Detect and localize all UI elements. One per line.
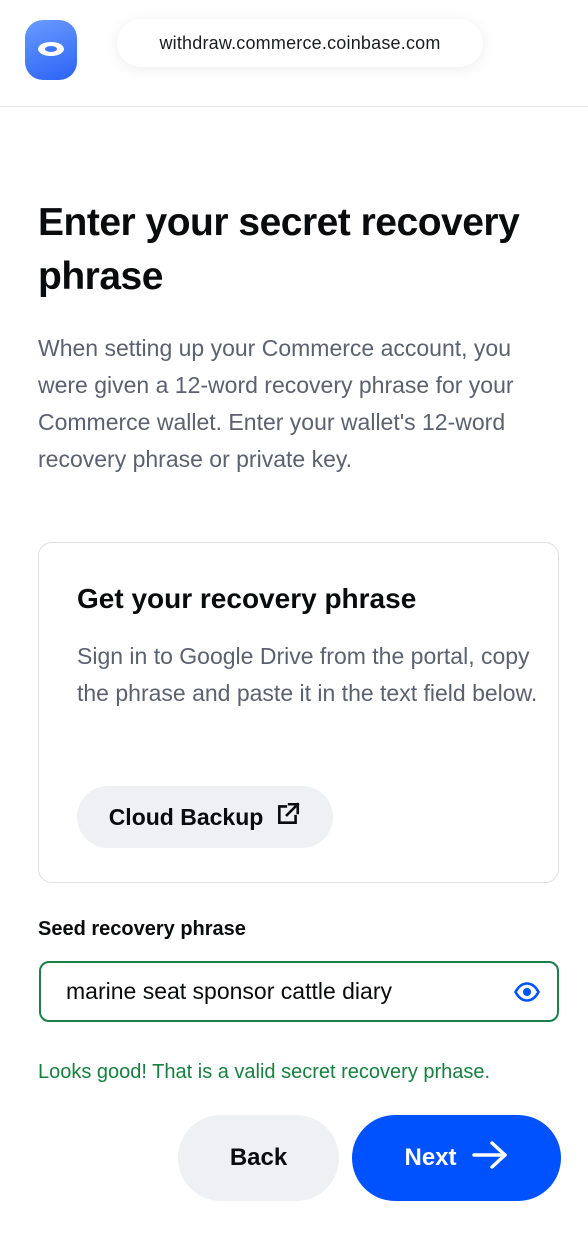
next-label: Next [404, 1144, 457, 1171]
back-button[interactable]: Back [178, 1115, 339, 1201]
browser-address-bar: withdraw.commerce.coinbase.com [0, 0, 588, 107]
card-title: Get your recovery phrase [77, 583, 417, 614]
external-link-icon [275, 801, 301, 833]
cloud-backup-label: Cloud Backup [108, 803, 264, 830]
logo-ring-center [45, 46, 57, 52]
main-content: Enter your secret recovery phrase When s… [38, 196, 562, 478]
page-intro: When setting up your Commerce account, y… [38, 335, 514, 472]
seed-phrase-input[interactable] [41, 963, 497, 1020]
seed-phrase-label: Seed recovery phrase [38, 918, 246, 940]
seed-phrase-field [39, 961, 559, 1022]
arrow-right-icon [471, 1140, 509, 1177]
eye-icon[interactable] [497, 963, 557, 1020]
card-description: Sign in to Google Drive from the portal,… [77, 643, 538, 706]
commerce-logo-icon[interactable] [25, 20, 77, 80]
recovery-phrase-card: Get your recovery phrase Sign in to Goog… [38, 542, 559, 883]
next-button[interactable]: Next [352, 1115, 561, 1201]
cloud-backup-button[interactable]: Cloud Backup [77, 786, 333, 848]
page-title: Enter your secret recovery phrase [38, 201, 520, 298]
url-field[interactable]: withdraw.commerce.coinbase.com [117, 19, 483, 67]
validation-message: Looks good! That is a valid secret recov… [38, 1061, 491, 1083]
